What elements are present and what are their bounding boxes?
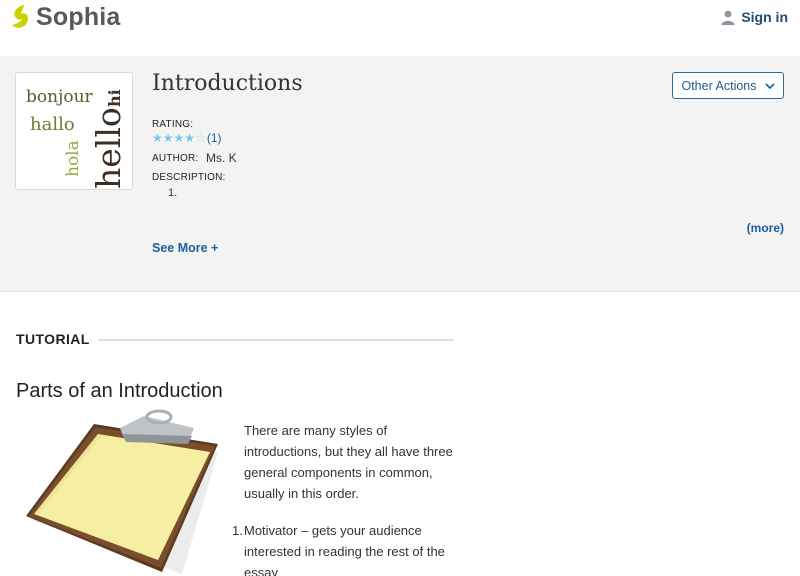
word-hallo: hallo [30,114,75,135]
top-bar: Sophia Sign in [0,0,800,56]
intro-paragraph: There are many styles of introductions, … [244,423,453,501]
sophia-logo[interactable]: Sophia [10,3,121,32]
star-filled-icon: ★ [152,131,163,145]
star-filled-icon: ★ [184,131,196,145]
star-filled-icon: ★ [173,131,185,145]
sign-in-label: Sign in [741,9,788,25]
other-actions-label: Other Actions [681,78,757,93]
author-name: Ms. K [206,151,237,165]
star-filled-icon: ★ [162,131,174,145]
description-item: 1. [168,187,178,199]
user-icon [721,10,735,25]
author-label: AUTHOR: [152,153,199,164]
rating-stars: ★ ★ ★ ★ ☆ [152,132,206,144]
word-hello: hello [89,107,128,189]
clipboard-image [22,408,228,576]
see-more-link[interactable]: See More + [152,241,218,255]
star-empty-icon: ☆ [195,131,206,145]
section-heading: Parts of an Introduction [16,380,223,402]
word-hi: hi [105,89,124,107]
lesson-thumbnail: bonjour hi hallo hola hello [15,72,133,190]
more-link[interactable]: (more) [747,221,784,235]
chevron-down-icon [764,79,775,93]
section-divider [98,339,454,341]
lesson-summary-panel: bonjour hi hallo hola hello Introduction… [0,56,800,292]
rating-count-link[interactable]: (1) [207,131,222,145]
other-actions-button[interactable]: Other Actions [672,72,784,99]
logo-text: Sophia [36,3,121,31]
lesson-title: Introductions [152,71,303,96]
tutorial-section-label: TUTORIAL [16,331,90,347]
word-bonjour: bonjour [26,87,94,107]
sign-in-button[interactable]: Sign in [721,9,788,25]
rating-row: ★ ★ ★ ★ ☆ (1) [152,131,222,145]
sophia-leaf-icon [12,4,28,28]
list-number: 1. [232,523,243,538]
word-cloud-image: bonjour hi hallo hola hello [26,87,128,189]
description-label: DESCRIPTION: [152,172,226,183]
word-hola: hola [63,140,83,177]
list-text: Motivator – gets your audience intereste… [244,523,445,576]
list-item: 1. Motivator – gets your audience intere… [232,520,462,576]
rating-label: RATING: [152,119,194,130]
